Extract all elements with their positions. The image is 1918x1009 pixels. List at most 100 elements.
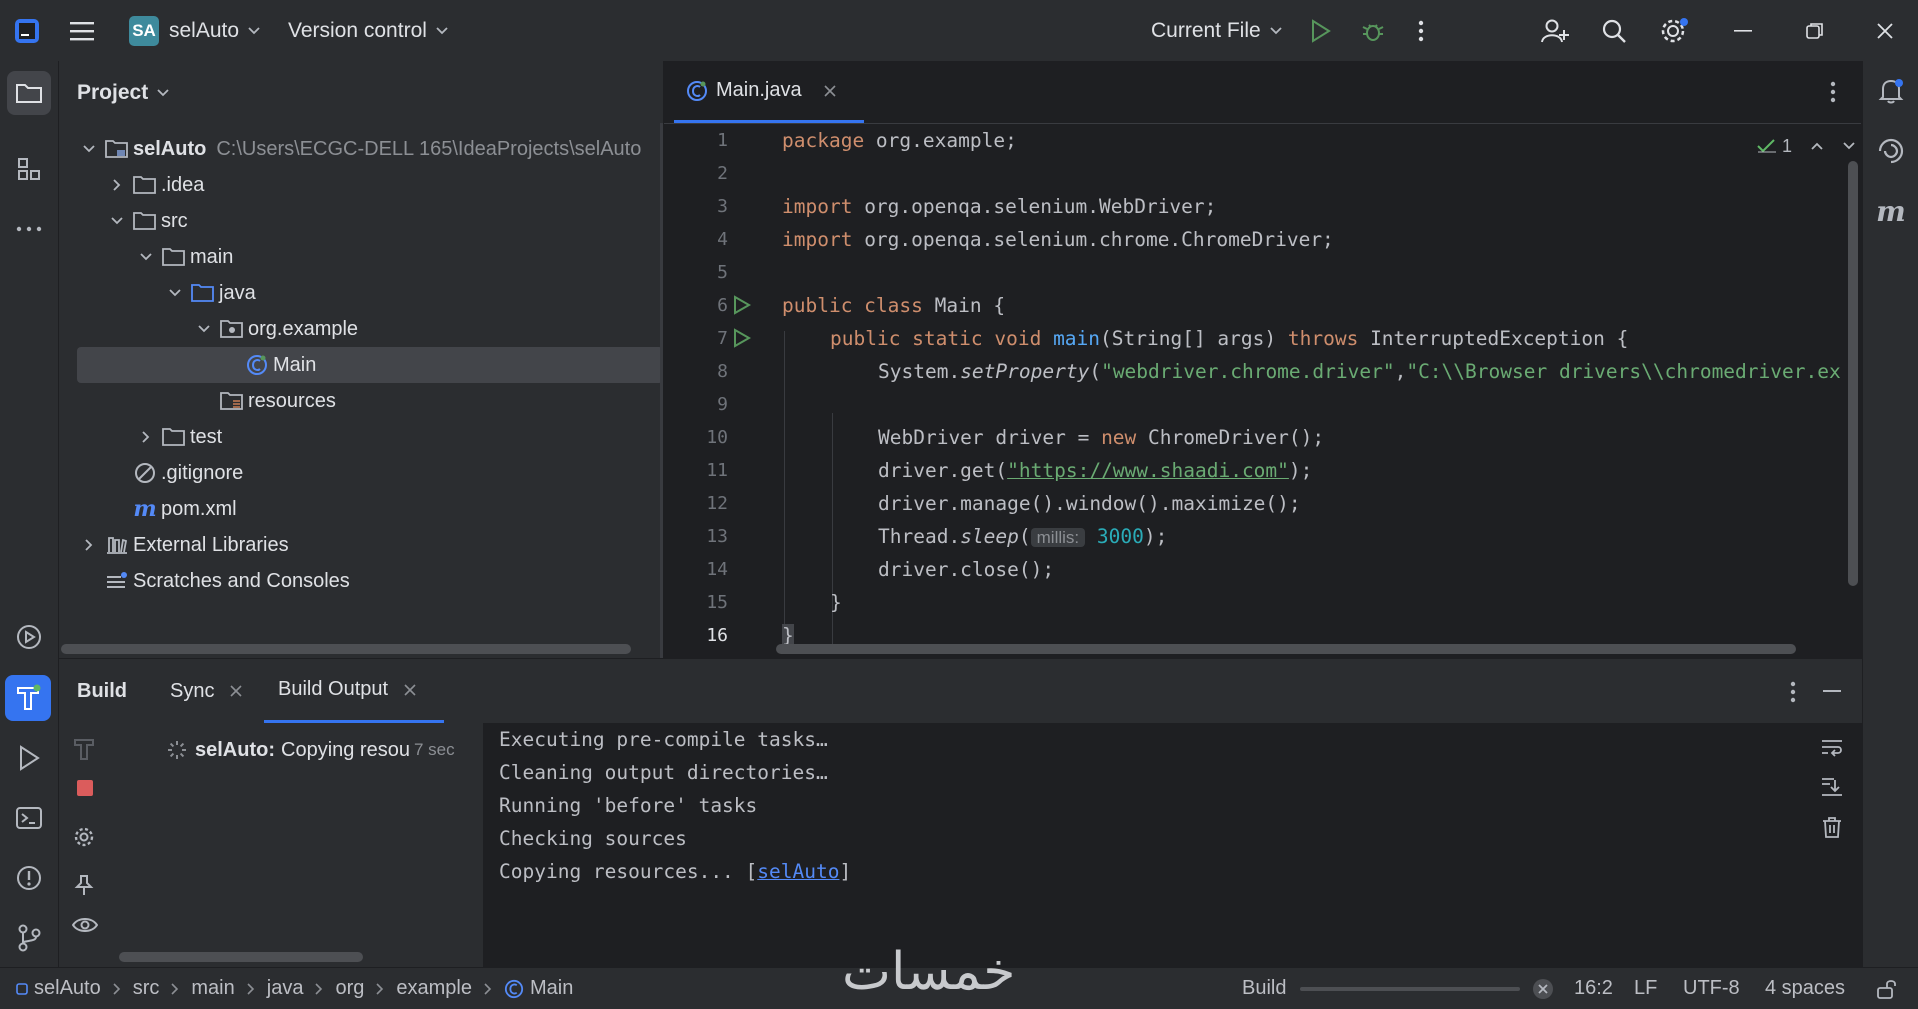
java-class-icon (245, 353, 269, 377)
tree-item-external-libraries[interactable]: External Libraries (59, 527, 683, 563)
code-line: 5 (664, 256, 1861, 289)
code-text: ( (1018, 525, 1031, 548)
run-gutter-icon[interactable] (732, 295, 752, 315)
settings-gear-icon[interactable] (1660, 0, 1690, 61)
project-badge: SA (129, 15, 159, 46)
tree-item-main[interactable]: main (59, 239, 740, 275)
line-number: 9 (717, 394, 728, 415)
editor-tab-main-java[interactable]: Main.java (674, 61, 864, 123)
stop-build-icon[interactable] (76, 779, 94, 797)
console-line: Checking sources (499, 827, 687, 850)
tree-item-scratches[interactable]: Scratches and Consoles (59, 563, 683, 599)
console-link[interactable]: selAuto (757, 860, 839, 883)
panel-splitter[interactable] (660, 123, 663, 658)
breadcrumb-item[interactable]: Main (530, 977, 573, 1000)
code-text: ChromeDriver(); (1136, 426, 1325, 449)
structure-tool-icon[interactable] (7, 147, 51, 191)
line-number: 3 (717, 196, 728, 217)
module-folder-icon (105, 137, 129, 161)
tree-item-pom[interactable]: m pom.xml (59, 491, 711, 527)
breadcrumb-item[interactable]: example (396, 977, 472, 1000)
line-number: 4 (717, 229, 728, 250)
tree-item-label: .idea (161, 173, 205, 196)
maven-tool-icon[interactable]: m (1869, 189, 1913, 233)
parameter-hint: millis: (1030, 528, 1086, 547)
method-name: main (1041, 327, 1101, 350)
chevron-right-icon (376, 982, 384, 995)
code-line: 4 import org.openqa.selenium.chrome.Chro… (664, 223, 1861, 256)
build-hammer-icon[interactable] (73, 737, 95, 761)
add-user-icon[interactable] (1541, 0, 1569, 61)
tab-sync[interactable]: Sync (170, 659, 243, 723)
line-number: 10 (706, 427, 728, 448)
problems-tool-icon[interactable] (7, 856, 51, 900)
run-gutter-icon[interactable] (732, 328, 752, 348)
editor-horizontal-scrollbar[interactable] (776, 644, 1796, 654)
caret-position[interactable]: 16:2 (1574, 968, 1613, 1009)
version-control-menu[interactable]: Version control (288, 0, 449, 61)
breadcrumb-item[interactable]: java (267, 977, 304, 1000)
minimize-window-icon[interactable] (1734, 0, 1752, 61)
search-icon[interactable] (1601, 0, 1627, 61)
indent-setting[interactable]: 4 spaces (1765, 968, 1845, 1009)
git-tool-icon[interactable] (7, 916, 51, 960)
breadcrumb-item[interactable]: src (133, 977, 160, 1000)
code-line: 12 driver.manage().window().maximize(); (664, 487, 1861, 520)
breadcrumb-item[interactable]: main (191, 977, 234, 1000)
breadcrumb-item[interactable]: org (335, 977, 364, 1000)
clear-trash-icon[interactable] (1822, 816, 1842, 838)
chevron-right-icon (107, 178, 127, 192)
tree-item-gitignore[interactable]: .gitignore (59, 455, 711, 491)
file-encoding[interactable]: UTF-8 (1683, 968, 1740, 1009)
terminal-tool-icon[interactable] (7, 796, 51, 840)
restore-window-icon[interactable] (1806, 0, 1824, 61)
module-square-icon (16, 982, 28, 995)
tree-item-label: src (161, 209, 188, 232)
more-tools-icon[interactable] (7, 207, 51, 251)
keyword: public class (782, 294, 923, 317)
soft-wrap-icon[interactable] (1821, 739, 1843, 757)
more-options-icon[interactable] (1790, 681, 1796, 703)
close-tab-icon[interactable] (404, 683, 416, 696)
project-horizontal-scrollbar[interactable] (61, 644, 631, 654)
run-config-selector[interactable]: Current File (1151, 0, 1283, 61)
project-panel-header[interactable]: Project (77, 61, 170, 125)
tree-item-main-class[interactable]: Main (77, 347, 663, 383)
close-window-icon[interactable] (1876, 0, 1894, 61)
close-tab-icon[interactable] (230, 685, 243, 697)
debug-button[interactable] (1361, 0, 1385, 61)
run-tool-icon[interactable] (7, 736, 51, 780)
settings-gear-icon[interactable] (73, 826, 95, 848)
breadcrumb-item[interactable]: selAuto (34, 977, 101, 1000)
build-console[interactable]: Executing pre-compile tasks… Cleaning ou… (483, 723, 1863, 967)
eye-icon[interactable] (72, 916, 98, 934)
hide-panel-icon[interactable] (1823, 690, 1841, 693)
scroll-to-end-icon[interactable] (1821, 777, 1843, 797)
url-string-link[interactable]: "https://www.shaadi.com" (1007, 459, 1289, 482)
tree-item-idea[interactable]: .idea (59, 167, 711, 203)
project-switcher[interactable]: SA selAuto (129, 0, 261, 61)
task-project: selAuto: (195, 738, 275, 761)
java-class-icon (504, 979, 524, 999)
notifications-bell-icon[interactable] (1869, 69, 1913, 113)
run-button[interactable] (1310, 0, 1332, 61)
more-actions-icon[interactable] (1418, 0, 1424, 61)
tree-item-test[interactable]: test (59, 419, 740, 455)
cancel-progress-icon[interactable] (1532, 978, 1554, 1000)
build-tree-scrollbar[interactable] (119, 952, 363, 962)
pin-icon[interactable] (74, 874, 94, 896)
build-tool-icon[interactable] (5, 675, 51, 721)
editor-vertical-scrollbar[interactable] (1848, 161, 1858, 586)
ai-assistant-icon[interactable] (1869, 129, 1913, 173)
read-only-toggle-icon[interactable] (1876, 968, 1898, 1009)
line-separator[interactable]: LF (1634, 968, 1657, 1009)
services-tool-icon[interactable] (7, 615, 51, 659)
tree-item-src[interactable]: src (59, 203, 711, 239)
main-menu-button[interactable] (70, 0, 94, 61)
project-tool-icon[interactable] (7, 71, 51, 115)
editor-options-icon[interactable] (1830, 81, 1836, 103)
build-task-row[interactable]: selAuto: Copying resou 7 sec (167, 735, 475, 765)
tree-item-selauto[interactable]: selAuto C:\Users\ECGC-DELL 165\IdeaProje… (59, 131, 683, 167)
close-tab-icon[interactable] (824, 84, 836, 97)
tab-build-output[interactable]: Build Output (264, 659, 444, 723)
